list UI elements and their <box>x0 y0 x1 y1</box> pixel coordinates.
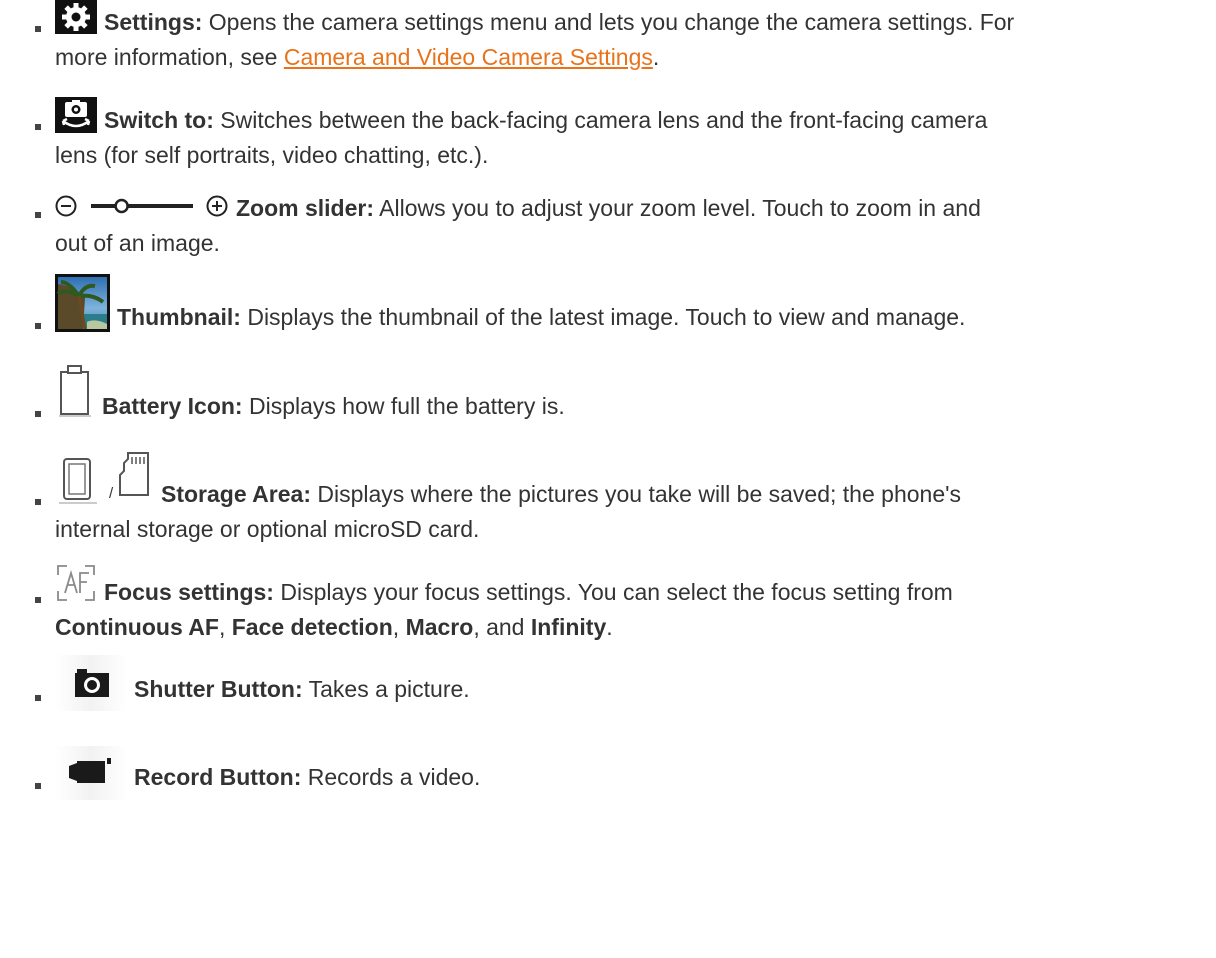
bullet <box>35 124 41 130</box>
item-text: Allows you to adjust your zoom level. To… <box>374 195 981 221</box>
bullet <box>35 783 41 789</box>
zoom-slider-thumb <box>114 198 129 214</box>
item-text: Displays your focus settings. You can se… <box>273 579 953 605</box>
item-label: Battery Icon: <box>102 393 243 419</box>
item-label: Storage Area: <box>161 481 311 507</box>
item-text: Takes a picture. <box>302 676 470 702</box>
item-label: Record Button: <box>134 764 302 790</box>
item-text: Displays how full the battery is. <box>242 393 565 419</box>
bullet <box>35 323 41 329</box>
item-text: out of an image. <box>55 230 220 256</box>
switch-camera-icon <box>55 97 97 133</box>
bullet <box>35 597 41 603</box>
sd-card-icon <box>119 452 149 496</box>
icon-separator: / <box>109 485 114 502</box>
bullet <box>35 695 41 701</box>
item-label: Settings: <box>104 9 203 35</box>
focus-option-infinity: Infinity <box>530 614 607 640</box>
item-text: Opens the camera settings menu and lets … <box>202 9 1015 35</box>
bullet <box>35 26 41 32</box>
item-label: Thumbnail: <box>117 304 241 330</box>
item-text: Displays the thumbnail of the latest ima… <box>240 304 966 330</box>
item-label: Switch to: <box>104 107 214 133</box>
zoom-slider-icon <box>55 195 228 217</box>
item-label: Shutter Button: <box>134 676 303 702</box>
video-camera-icon <box>55 746 127 800</box>
thumbnail-image-icon <box>55 274 110 332</box>
bullet <box>35 212 41 218</box>
bullet <box>35 411 41 417</box>
item-text: , <box>392 614 406 640</box>
item-text: Records a video. <box>301 764 481 790</box>
item-text: lens (for self portraits, video chatting… <box>55 142 489 168</box>
camera-settings-link[interactable]: Camera and Video Camera Settings <box>284 44 653 70</box>
focus-af-icon <box>57 565 95 601</box>
gear-icon <box>55 0 97 34</box>
camera-shutter-icon <box>55 655 127 711</box>
item-text: Displays where the pictures you take wil… <box>310 481 962 507</box>
item-label: Zoom slider: <box>236 195 375 221</box>
focus-option-face-detection: Face detection <box>231 614 393 640</box>
item-text: more information, see <box>55 44 284 70</box>
focus-option-continuous-af: Continuous AF <box>55 614 219 640</box>
item-text: . <box>606 614 613 640</box>
item-text: Switches between the back-facing camera … <box>213 107 988 133</box>
item-text: internal storage or optional microSD car… <box>55 516 480 542</box>
phone-storage-icon <box>59 458 97 504</box>
item-text: , and <box>473 614 531 640</box>
item-label: Focus settings: <box>104 579 274 605</box>
item-text: . <box>652 44 660 70</box>
focus-option-macro: Macro <box>405 614 474 640</box>
bullet <box>35 499 41 505</box>
item-text: , <box>218 614 232 640</box>
battery-icon <box>59 365 91 417</box>
